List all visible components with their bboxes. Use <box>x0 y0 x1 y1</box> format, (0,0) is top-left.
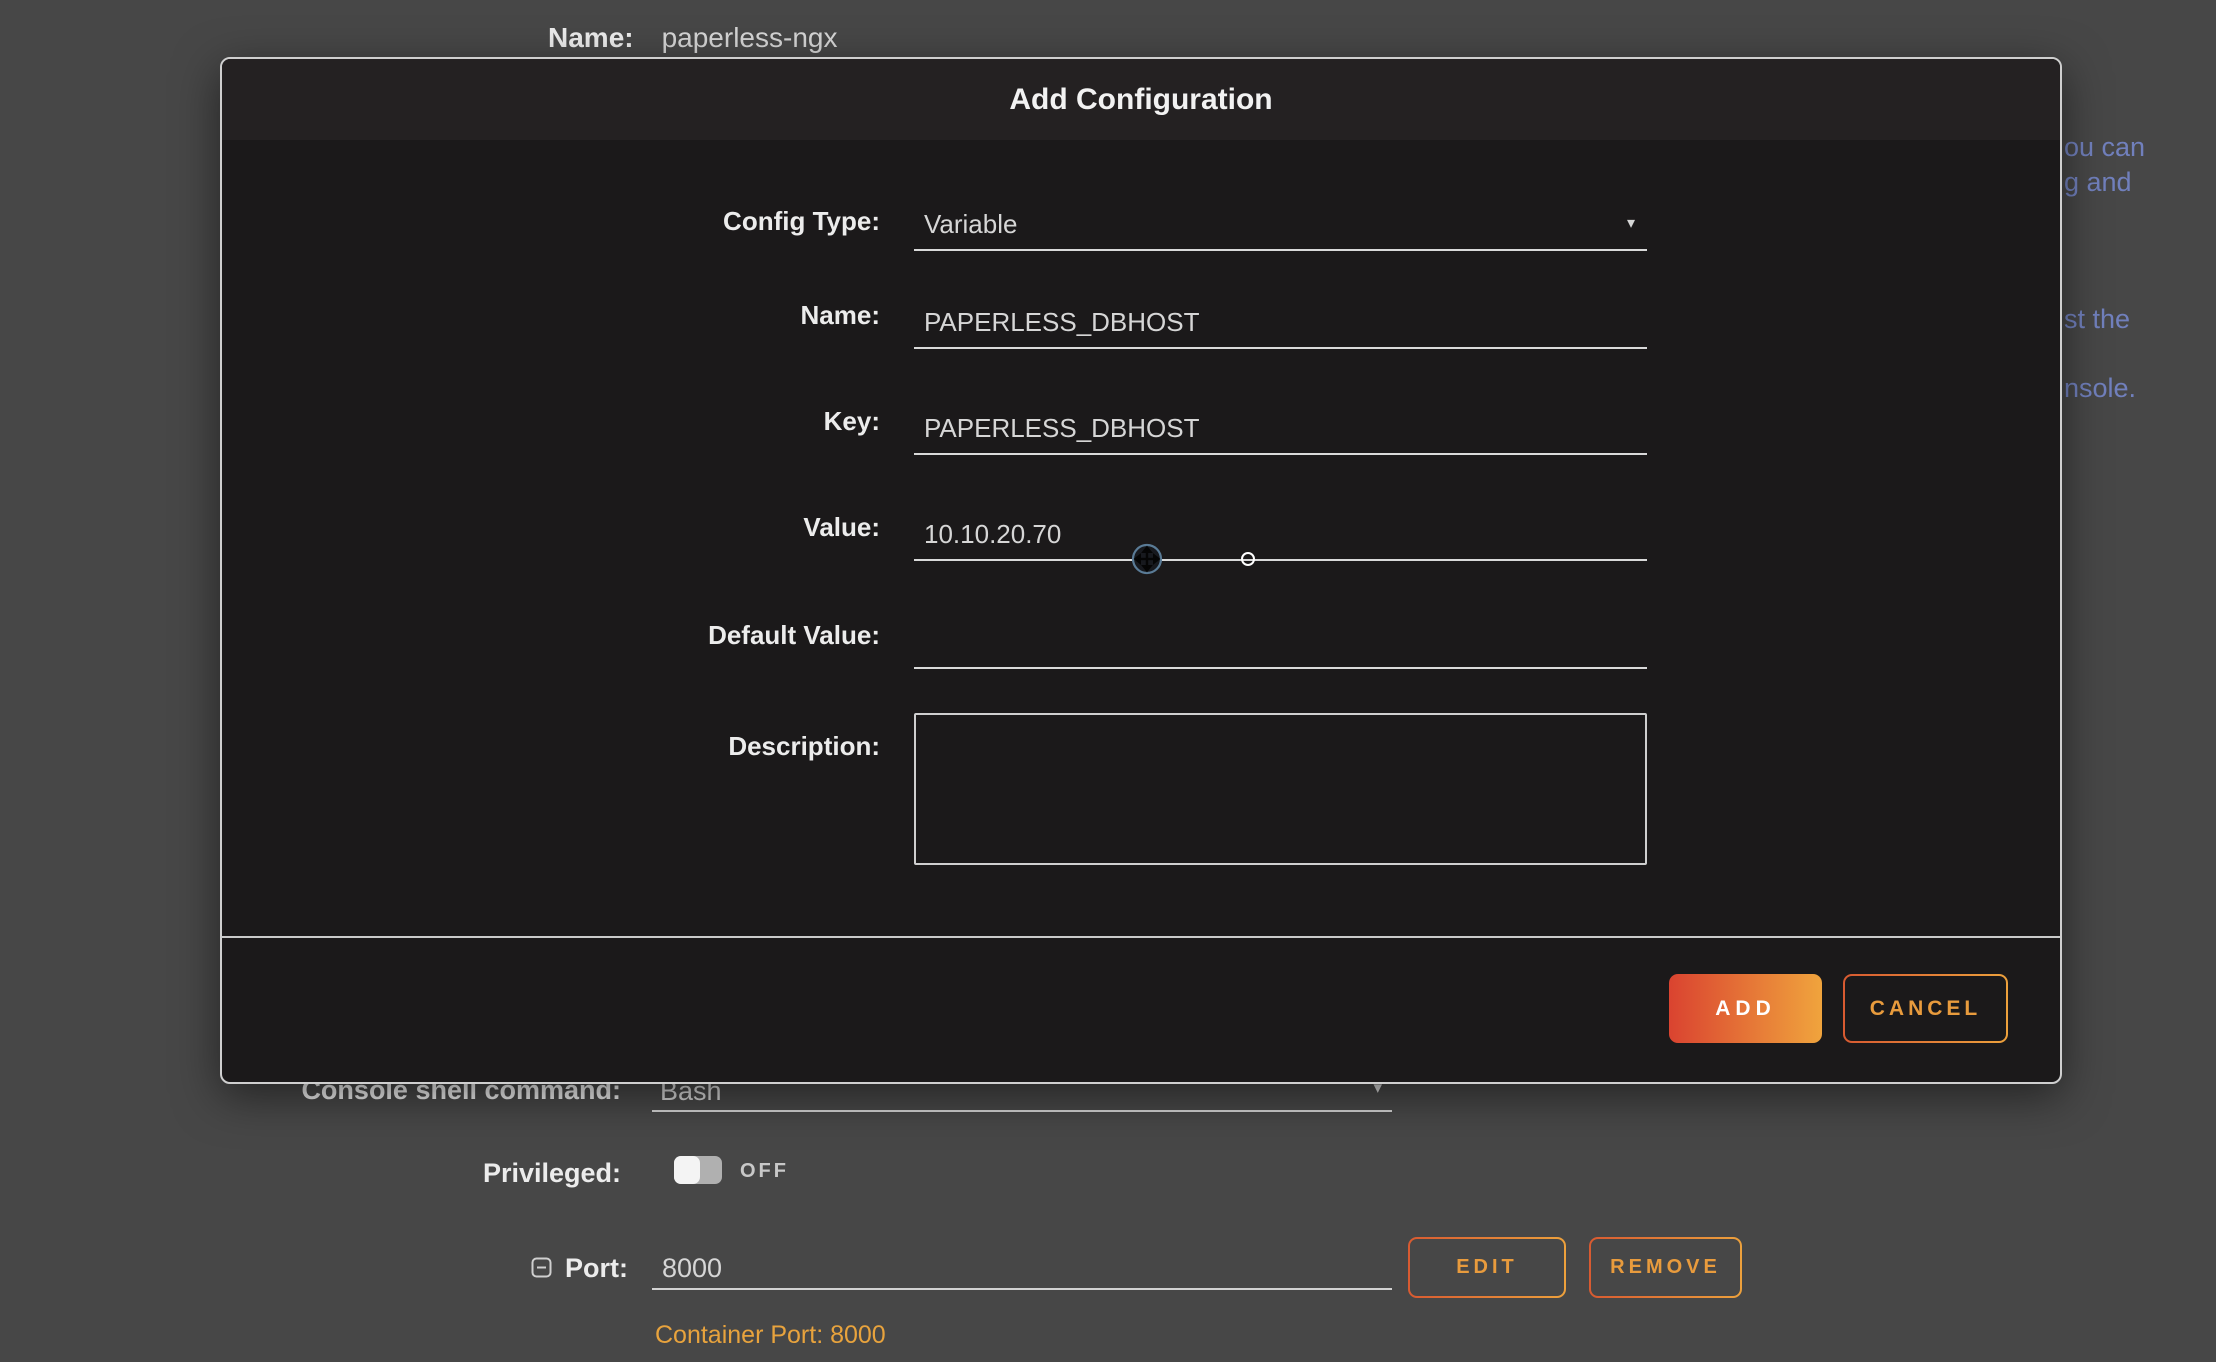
value-input[interactable] <box>914 509 1647 559</box>
background-name-row: Name: paperless-ngx <box>548 22 837 54</box>
port-field[interactable] <box>652 1248 1392 1290</box>
config-type-value: Variable <box>924 209 1017 240</box>
config-type-label: Config Type: <box>242 206 880 237</box>
clipped-help-link[interactable]: nsole. <box>2064 373 2136 404</box>
container-port-note: Container Port: 8000 <box>655 1321 886 1350</box>
clipped-help-link[interactable]: g and <box>2064 167 2132 198</box>
remove-button-label: REMOVE <box>1591 1239 1740 1296</box>
description-textarea[interactable] <box>914 713 1647 865</box>
cancel-button-label: CANCEL <box>1845 976 2006 1041</box>
toggle-knob <box>674 1156 700 1184</box>
cancel-button[interactable]: CANCEL <box>1843 974 2008 1043</box>
key-input[interactable] <box>914 403 1647 453</box>
port-input[interactable] <box>652 1248 1392 1288</box>
clipped-help-link[interactable]: st the <box>2064 304 2130 335</box>
privileged-toggle[interactable] <box>674 1156 722 1184</box>
dialog-title: Add Configuration <box>1009 83 1272 117</box>
clipped-help-link[interactable]: ou can <box>2064 132 2145 163</box>
edit-button-label: EDIT <box>1410 1239 1564 1296</box>
config-type-select[interactable]: Variable <box>914 199 1647 251</box>
minus-square-icon[interactable] <box>531 1257 552 1283</box>
dialog-header: Add Configuration <box>222 59 2060 140</box>
name-field[interactable] <box>914 297 1647 349</box>
key-label: Key: <box>242 406 880 437</box>
key-field[interactable] <box>914 403 1647 455</box>
description-label: Description: <box>242 731 880 762</box>
privileged-state-text: OFF <box>740 1160 789 1183</box>
value-field[interactable] <box>914 509 1647 561</box>
value-label: Value: <box>242 512 880 543</box>
default-value-label: Default Value: <box>242 620 880 651</box>
edit-button[interactable]: EDIT <box>1408 1237 1566 1298</box>
remove-button[interactable]: REMOVE <box>1589 1237 1742 1298</box>
move-cursor-icon <box>1131 543 1163 575</box>
privileged-label: Privileged: <box>483 1158 621 1189</box>
default-value-field[interactable] <box>914 617 1647 669</box>
background-name-value: paperless-ngx <box>662 22 838 53</box>
background-name-label: Name: <box>548 22 634 53</box>
name-label: Name: <box>242 300 880 331</box>
footer-divider <box>222 936 2060 938</box>
default-value-input[interactable] <box>914 617 1647 667</box>
click-indicator-ring <box>1241 552 1255 566</box>
add-button[interactable]: ADD <box>1669 974 1822 1043</box>
port-label: Port: <box>565 1253 628 1284</box>
name-input[interactable] <box>914 297 1647 347</box>
